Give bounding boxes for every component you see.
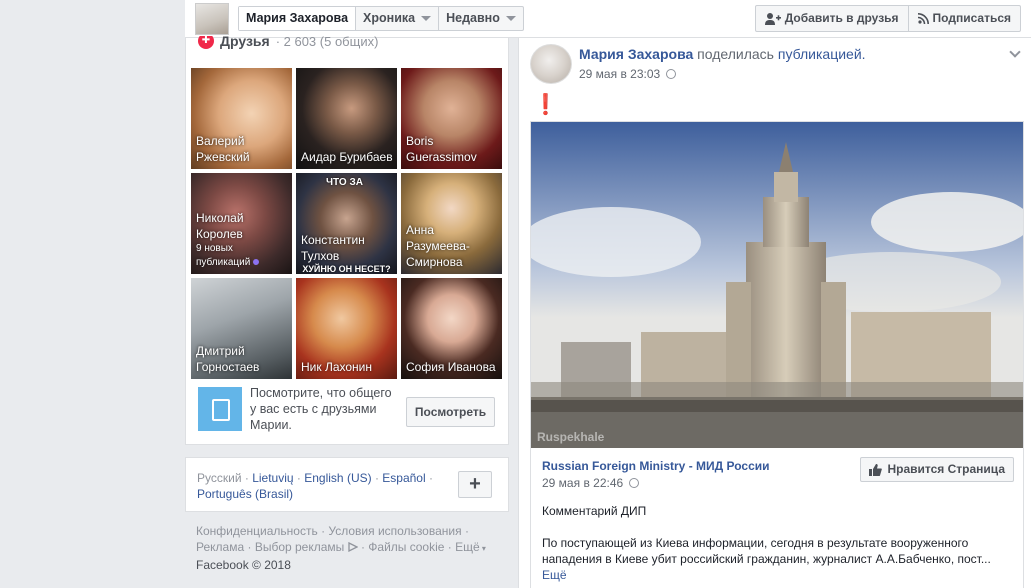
globe-icon[interactable] <box>629 478 640 488</box>
add-friend-icon <box>764 12 781 25</box>
chevron-down-icon <box>505 16 516 21</box>
friend-name[interactable]: Дмитрий Горностаев <box>196 343 288 375</box>
friend-tile[interactable]: Boris Guerassimov <box>401 68 502 169</box>
friends-count: · 2 603 (5 общих) <box>275 36 379 49</box>
profile-mini-avatar[interactable] <box>195 3 229 35</box>
friend-tile[interactable]: Дмитрий Горностаев <box>191 278 292 379</box>
language-link[interactable]: Português (Brasil) <box>197 487 293 501</box>
friend-name[interactable]: София Иванова <box>406 359 498 375</box>
friend-name[interactable]: Николай Королев 9 новых публикаций <box>196 210 288 270</box>
friend-name[interactable]: Boris Guerassimov <box>406 133 498 165</box>
friend-tile[interactable]: Николай Королев 9 новых публикаций <box>191 173 292 274</box>
profile-nav-pills: Мария Захарова Хроника Недавно <box>238 6 524 31</box>
shared-post-body: По поступающей из Киева информации, сего… <box>542 535 1012 583</box>
footer-link-more[interactable]: Ещё <box>455 540 480 554</box>
shared-timestamp[interactable]: 29 мая в 22:46 <box>542 476 623 490</box>
post-card: Мария Захарова поделилась публикацией. 2… <box>518 38 1031 588</box>
tile-overlay-text: ХУЙНЮ ОН НЕСЕТ? <box>302 264 391 274</box>
friend-name[interactable]: Анна Разумеева-Смирнова <box>406 222 498 270</box>
footer-link-terms[interactable]: Условия использования <box>328 524 461 538</box>
recent-dropdown[interactable]: Недавно <box>439 7 523 30</box>
see-mutual-button[interactable]: Посмотреть <box>406 397 495 427</box>
shared-publication-link[interactable]: публикацией. <box>778 46 866 62</box>
mutual-friends-icon <box>198 387 242 431</box>
shared-photo[interactable]: Ruspekhale <box>531 122 1023 448</box>
follow-button[interactable]: Подписаться <box>909 6 1020 31</box>
profile-name-tab[interactable]: Мария Захарова <box>239 7 357 30</box>
add-friend-button[interactable]: Добавить в друзья <box>756 6 909 31</box>
post-timestamp-row: 29 мая в 23:03 <box>579 67 677 81</box>
timeline-tab[interactable]: Хроника <box>356 7 440 30</box>
photo-watermark: Ruspekhale <box>537 430 605 444</box>
language-card: Русский · Lietuvių · English (US) · Espa… <box>185 457 509 512</box>
profile-nav-bar: Мария Захарова Хроника Недавно Добавить … <box>185 0 1031 38</box>
friend-tile[interactable]: Ник Лахонин <box>296 278 397 379</box>
shared-timestamp-row: 29 мая в 22:46 <box>542 476 640 490</box>
friends-grid: Валерий Ржевский Аидар Бурибаев Boris Gu… <box>191 68 502 379</box>
friends-title[interactable]: Друзья <box>220 36 270 49</box>
friend-tile[interactable]: Валерий Ржевский <box>191 68 292 169</box>
language-list: Русский · Lietuvių · English (US) · Espa… <box>197 471 433 501</box>
footer-links: Конфиденциальность · Условия использован… <box>196 524 486 572</box>
chevron-down-icon <box>421 16 432 21</box>
post-text: ❗ <box>533 94 558 116</box>
building-illustration <box>531 122 1023 448</box>
post-author-avatar[interactable] <box>530 44 572 84</box>
friends-header: ✚ Друзья · 2 603 (5 общих) <box>198 36 378 52</box>
new-dot-icon <box>253 259 260 265</box>
language-link[interactable]: Lietuvių <box>252 471 293 485</box>
globe-icon[interactable] <box>666 69 677 79</box>
mutual-friends-text: Посмотрите, что общего у вас есть с друз… <box>250 386 392 432</box>
thumbs-up-icon <box>869 463 883 476</box>
rss-icon <box>917 13 929 24</box>
caret-down-icon: ▾ <box>479 544 486 553</box>
friend-name[interactable]: Валерий Ржевский <box>196 133 288 165</box>
footer-link-privacy[interactable]: Конфиденциальность <box>196 524 318 538</box>
shared-post: Ruspekhale Russian Foreign Ministry - МИ… <box>530 121 1024 588</box>
post-author-link[interactable]: Мария Захарова <box>579 46 693 62</box>
friend-tile[interactable]: Анна Разумеева-Смирнова <box>401 173 502 274</box>
footer-link-ads[interactable]: Реклама <box>196 540 244 554</box>
language-link[interactable]: Español <box>382 471 425 485</box>
shared-post-text: По поступающей из Киева информации, сего… <box>542 536 991 566</box>
post-timestamp[interactable]: 29 мая в 23:03 <box>579 67 660 81</box>
profile-actions: Добавить в друзья Подписаться <box>754 5 1021 32</box>
see-more-link[interactable]: Ещё <box>542 568 567 582</box>
friend-name[interactable]: Ник Лахонин <box>301 359 393 375</box>
tile-overlay-text: ЧТО ЗА <box>326 177 363 188</box>
friend-name[interactable]: Константин Тулхов <box>301 232 393 264</box>
more-languages-button[interactable]: + <box>458 471 492 498</box>
footer-link-cookies[interactable]: Файлы cookie <box>368 540 444 554</box>
friend-tile[interactable]: София Иванова <box>401 278 502 379</box>
friend-tile[interactable]: ЧТО ЗА Константин Тулхов ХУЙНЮ ОН НЕСЕТ? <box>296 173 397 274</box>
friend-tile[interactable]: Аидар Бурибаев <box>296 68 397 169</box>
like-page-button[interactable]: Нравится Страница <box>860 457 1014 482</box>
post-action-text: поделилась <box>697 46 774 62</box>
shared-page-name[interactable]: Russian Foreign Ministry - МИД России <box>542 459 770 473</box>
post-options-icon[interactable] <box>1007 46 1023 62</box>
copyright: Facebook © 2018 <box>196 558 291 572</box>
friend-name[interactable]: Аидар Бурибаев <box>301 149 393 165</box>
post-header: Мария Захарова поделилась публикацией. <box>579 46 866 62</box>
shared-comment-label: Комментарий ДИП <box>542 504 647 518</box>
current-language: Русский <box>197 471 242 485</box>
footer-link-adchoices[interactable]: Выбор рекламы <box>255 540 344 554</box>
friends-icon: ✚ <box>198 36 214 49</box>
language-link[interactable]: English (US) <box>304 471 371 485</box>
friends-card: ✚ Друзья · 2 603 (5 общих) Валерий Ржевс… <box>185 36 509 445</box>
mutual-friends-promo: Посмотрите, что общего у вас есть с друз… <box>198 383 498 433</box>
adchoices-icon <box>347 541 359 553</box>
